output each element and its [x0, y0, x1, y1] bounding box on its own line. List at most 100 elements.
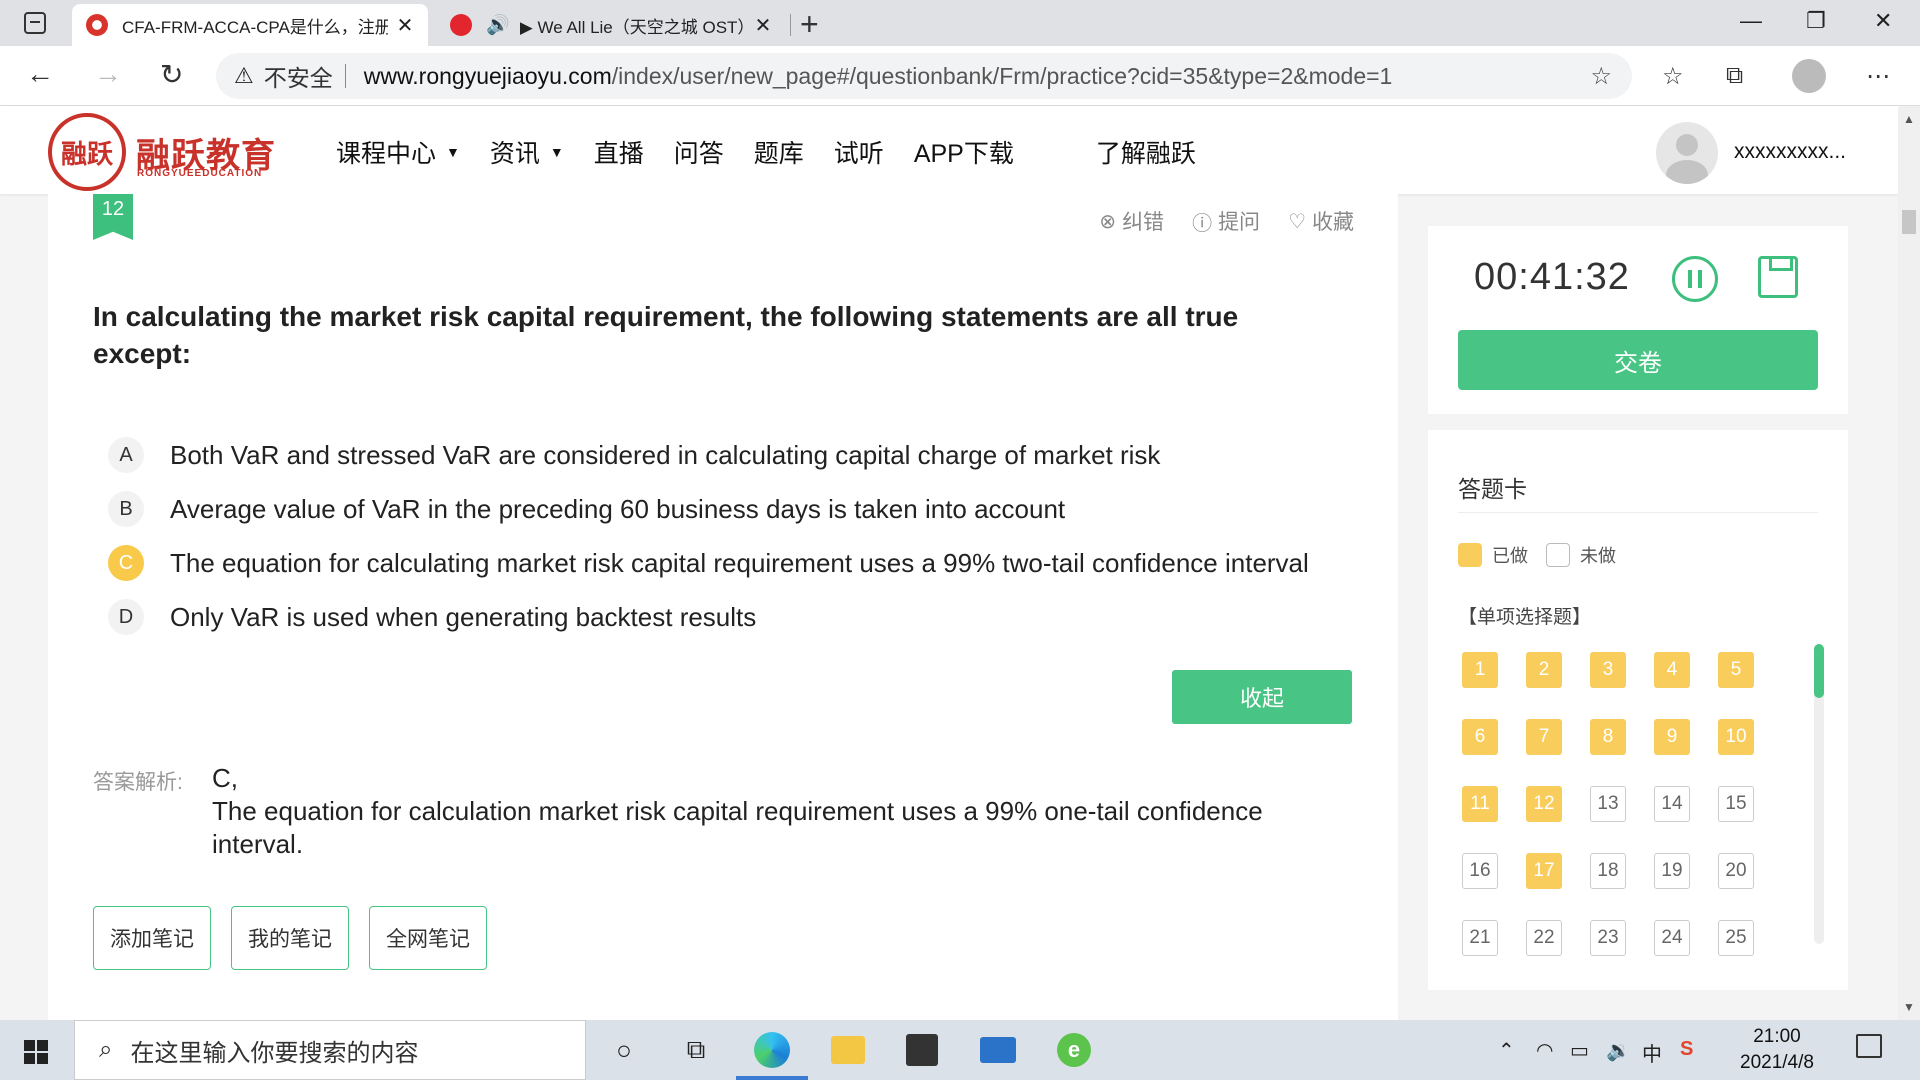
question-cell[interactable]: 14: [1654, 786, 1690, 822]
nav-news[interactable]: 资讯 ▼: [490, 134, 564, 170]
nav-app-download[interactable]: APP下载: [914, 134, 1014, 170]
question-cell[interactable]: 15: [1718, 786, 1754, 822]
question-cell[interactable]: 16: [1462, 853, 1498, 889]
refresh-icon[interactable]: ↻: [160, 58, 183, 91]
section-title: 【单项选择题】: [1458, 607, 1592, 628]
scrollbar-thumb[interactable]: [1814, 644, 1824, 698]
tab-close-icon[interactable]: ✕: [754, 13, 772, 38]
question-cell[interactable]: 13: [1590, 786, 1626, 822]
logo-emblem[interactable]: 融跃: [48, 113, 126, 191]
question-cell[interactable]: 19: [1654, 853, 1690, 889]
question-cell[interactable]: 17: [1526, 853, 1562, 889]
sogou-ime-icon[interactable]: S: [1680, 1038, 1693, 1061]
task-view-icon[interactable]: ⧉: [678, 1032, 714, 1068]
question-cell[interactable]: 7: [1526, 719, 1562, 755]
wifi-icon[interactable]: ◠: [1536, 1038, 1553, 1063]
question-cell[interactable]: 21: [1462, 920, 1498, 956]
system-clock[interactable]: 21:00 2021/4/8: [1740, 1024, 1814, 1076]
tab-actions-icon[interactable]: [24, 12, 46, 34]
ie-app[interactable]: e: [1056, 1032, 1092, 1068]
scroll-up-icon[interactable]: ▲: [1903, 112, 1915, 126]
warning-icon[interactable]: ⚠: [234, 63, 254, 89]
question-cell[interactable]: 10: [1718, 719, 1754, 755]
search-placeholder: 在这里输入你要搜索的内容: [130, 1039, 419, 1067]
store-app[interactable]: [904, 1032, 940, 1068]
my-notes-button[interactable]: 我的笔记: [231, 906, 349, 970]
minimize-icon[interactable]: —: [1740, 8, 1762, 34]
submit-button[interactable]: 交卷: [1458, 330, 1818, 390]
pause-icon[interactable]: [1672, 256, 1718, 302]
volume-icon[interactable]: 🔉: [1606, 1038, 1631, 1063]
collapse-button[interactable]: 收起: [1172, 670, 1352, 724]
battery-icon[interactable]: ▭: [1570, 1038, 1589, 1063]
user-avatar[interactable]: [1656, 122, 1718, 184]
question-cell[interactable]: 4: [1654, 652, 1690, 688]
question-cell[interactable]: 23: [1590, 920, 1626, 956]
option-text: Average value of VaR in the preceding 60…: [170, 493, 1066, 524]
nav-qa[interactable]: 问答: [674, 134, 724, 170]
favorite-button[interactable]: ♡ 收藏: [1288, 206, 1354, 236]
question-cell[interactable]: 11: [1462, 786, 1498, 822]
restore-icon[interactable]: ❐: [1806, 8, 1826, 34]
answer-legend: 已做 未做: [1458, 542, 1616, 568]
question-cell[interactable]: 22: [1526, 920, 1562, 956]
question-cell[interactable]: 18: [1590, 853, 1626, 889]
question-cell[interactable]: 6: [1462, 719, 1498, 755]
forward-icon[interactable]: →: [94, 58, 122, 90]
option-a[interactable]: A Both VaR and stressed VaR are considere…: [108, 428, 1309, 482]
close-window-icon[interactable]: ✕: [1874, 8, 1892, 34]
add-note-button[interactable]: 添加笔记: [93, 906, 211, 970]
speaker-icon[interactable]: 🔊: [486, 13, 510, 37]
question-cell[interactable]: 20: [1718, 853, 1754, 889]
tab-close-icon[interactable]: ✕: [396, 13, 414, 38]
option-d[interactable]: D Only VaR is used when generating backte…: [108, 590, 1309, 644]
cortana-icon[interactable]: ○: [606, 1032, 642, 1068]
question-cell[interactable]: 1: [1462, 652, 1498, 688]
favorites-icon[interactable]: ☆: [1662, 62, 1684, 91]
question-cell[interactable]: 3: [1590, 652, 1626, 688]
answer-card-scrollbar[interactable]: [1814, 644, 1824, 944]
page-scrollbar-thumb[interactable]: [1902, 210, 1916, 234]
nav-course-center[interactable]: 课程中心 ▼: [336, 134, 460, 170]
question-cell[interactable]: 2: [1526, 652, 1562, 688]
taskbar-search[interactable]: ⌕ 在这里输入你要搜索的内容: [74, 1020, 586, 1080]
windows-start-icon[interactable]: [24, 1040, 48, 1064]
nav-about[interactable]: 了解融跃: [1096, 134, 1196, 170]
profile-avatar[interactable]: [1792, 59, 1826, 93]
ask-question-button[interactable]: ⓘ 提问: [1192, 206, 1260, 236]
scroll-down-icon[interactable]: ▼: [1903, 1000, 1915, 1014]
nav-live[interactable]: 直播: [594, 134, 644, 170]
option-c[interactable]: C The equation for calculating market ris…: [108, 536, 1309, 590]
question-cell[interactable]: 12: [1526, 786, 1562, 822]
report-error-button[interactable]: ⊗ 纠错: [1099, 206, 1164, 236]
ime-indicator[interactable]: 中: [1642, 1038, 1662, 1067]
collections-icon[interactable]: ⧉: [1726, 62, 1743, 90]
nav-trial[interactable]: 试听: [834, 134, 884, 170]
show-hidden-icons-icon[interactable]: ⌃: [1498, 1038, 1515, 1063]
security-status[interactable]: 不安全: [264, 59, 333, 93]
all-notes-button[interactable]: 全网笔记: [369, 906, 487, 970]
notification-center-icon[interactable]: [1856, 1034, 1882, 1058]
tab-cfa-frm[interactable]: CFA-FRM-ACCA-CPA是什么，注册 ✕: [72, 4, 428, 46]
back-icon[interactable]: ←: [26, 58, 54, 90]
nav-question-bank[interactable]: 题库: [754, 134, 804, 170]
question-cell[interactable]: 8: [1590, 719, 1626, 755]
question-cell[interactable]: 25: [1718, 920, 1754, 956]
question-cell[interactable]: 24: [1654, 920, 1690, 956]
more-menu-icon[interactable]: ⋯: [1866, 62, 1890, 91]
username[interactable]: xxxxxxxxx...: [1734, 140, 1846, 164]
question-cell[interactable]: 9: [1654, 719, 1690, 755]
caret-down-icon: ▼: [446, 144, 460, 160]
question-number-badge: 12: [93, 194, 133, 240]
mail-app[interactable]: [980, 1032, 1016, 1068]
option-b[interactable]: B Average value of VaR in the preceding 6…: [108, 482, 1309, 536]
new-tab-button[interactable]: +: [800, 6, 819, 43]
url-field[interactable]: ⚠ 不安全 www.rongyuejiaoyu.com/index/user/n…: [216, 53, 1632, 99]
add-favorite-icon[interactable]: ☆: [1590, 62, 1612, 91]
save-icon[interactable]: [1758, 256, 1798, 298]
file-explorer-app[interactable]: [830, 1032, 866, 1068]
tab-we-all-lie[interactable]: 🔊 ▶ We All Lie（天空之城 OST） ✕: [436, 4, 786, 46]
question-cell[interactable]: 5: [1718, 652, 1754, 688]
page-scrollbar[interactable]: ▲ ▼: [1898, 106, 1920, 1020]
edge-app[interactable]: [736, 1032, 808, 1080]
